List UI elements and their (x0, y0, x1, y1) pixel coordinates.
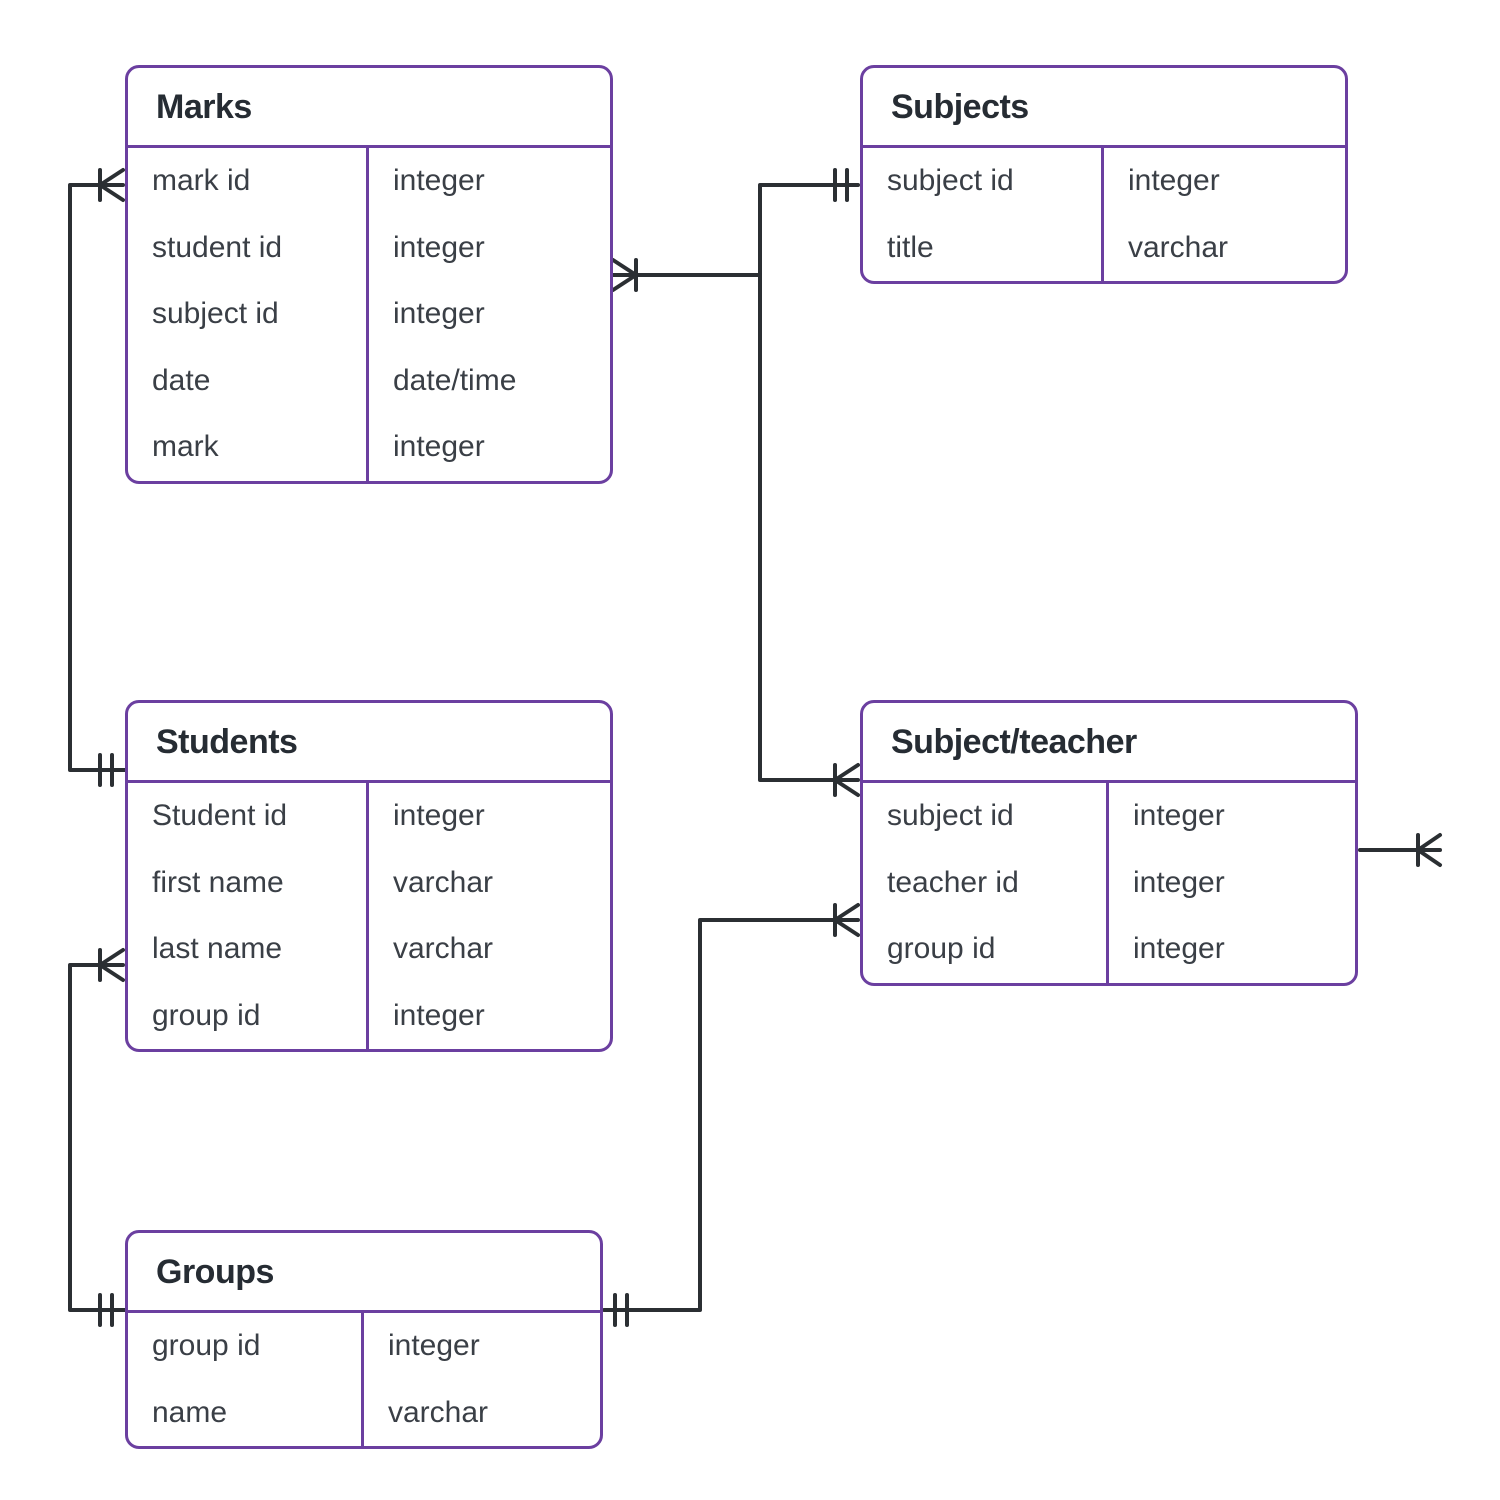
field-name: subject id (863, 148, 1101, 215)
field-name: subject id (128, 281, 366, 348)
entity-groups: Groups group id name integer varchar (125, 1230, 603, 1449)
field-name: last name (128, 916, 366, 983)
field-type: integer (369, 414, 610, 481)
field-name: teacher id (863, 850, 1106, 917)
entity-title: Marks (128, 68, 610, 148)
field-type: integer (1109, 850, 1355, 917)
field-name: subject id (863, 783, 1106, 850)
field-type: integer (1109, 916, 1355, 983)
field-type: date/time (369, 348, 610, 415)
field-name: title (863, 215, 1101, 282)
field-type: integer (369, 148, 610, 215)
field-name: first name (128, 850, 366, 917)
field-name: mark (128, 414, 366, 481)
entity-title: Students (128, 703, 610, 783)
field-type: varchar (1104, 215, 1345, 282)
field-name: group id (863, 916, 1106, 983)
field-name: group id (128, 983, 366, 1050)
entity-subject-teacher: Subject/teacher subject id teacher id gr… (860, 700, 1358, 986)
field-type: integer (364, 1313, 600, 1380)
field-type: integer (1104, 148, 1345, 215)
entity-title: Subject/teacher (863, 703, 1355, 783)
field-type: integer (369, 215, 610, 282)
field-type: integer (369, 983, 610, 1050)
field-name: mark id (128, 148, 366, 215)
field-type: varchar (369, 916, 610, 983)
field-name: group id (128, 1313, 361, 1380)
entity-students: Students Student id first name last name… (125, 700, 613, 1052)
field-name: Student id (128, 783, 366, 850)
field-name: date (128, 348, 366, 415)
field-name: name (128, 1380, 361, 1447)
field-type: integer (1109, 783, 1355, 850)
field-type: integer (369, 783, 610, 850)
field-type: varchar (364, 1380, 600, 1447)
entity-marks: Marks mark id student id subject id date… (125, 65, 613, 484)
entity-subjects: Subjects subject id title integer varcha… (860, 65, 1348, 284)
entity-title: Groups (128, 1233, 600, 1313)
entity-title: Subjects (863, 68, 1345, 148)
field-type: varchar (369, 850, 610, 917)
er-diagram-canvas: Marks mark id student id subject id date… (0, 0, 1500, 1500)
field-type: integer (369, 281, 610, 348)
field-name: student id (128, 215, 366, 282)
